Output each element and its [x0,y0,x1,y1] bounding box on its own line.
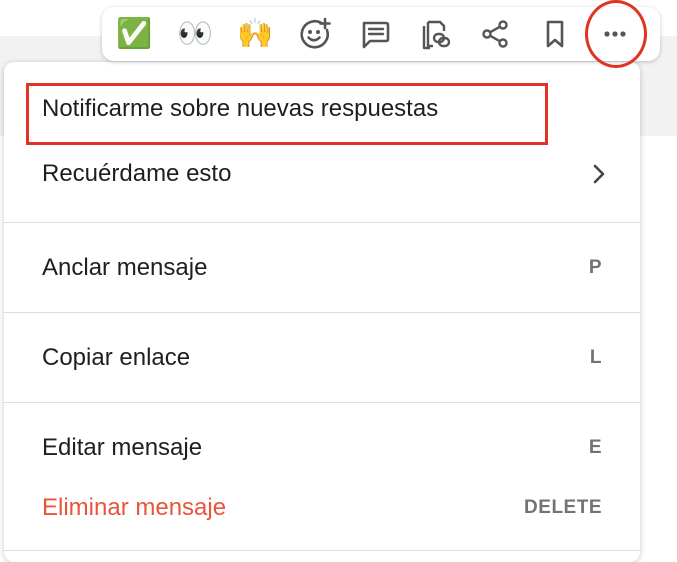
more-options-button[interactable] [595,14,635,54]
menu-item-copy-link[interactable]: Copiar enlace L [4,333,640,383]
share-button[interactable] [475,14,515,54]
menu-item-shortcut: P [588,257,602,278]
add-reaction-icon [300,17,331,49]
menu-item-edit-message[interactable]: Editar mensaje E [4,423,640,473]
reaction-eyes-button[interactable]: 👀 [175,14,215,54]
menu-divider [4,402,640,403]
share-icon [482,20,508,48]
menu-item-label: Editar mensaje [42,434,203,461]
chevron-right-icon [593,164,605,184]
menu-item-label: Copiar enlace [42,344,191,371]
reply-in-thread-icon [362,21,390,49]
message-more-actions-menu: Notificarme sobre nuevas respuestas Recu… [4,62,640,562]
menu-item-label: Anclar mensaje [42,254,208,281]
copy-link-button[interactable] [415,14,455,54]
add-reaction-button[interactable] [295,14,335,54]
menu-item-remind-me[interactable]: Recuérdame esto [4,149,640,199]
menu-item-label: Eliminar mensaje [42,494,227,521]
raised-hands-emoji: 🙌 [236,17,274,50]
copy-link-icon [422,20,451,50]
menu-item-pin-message[interactable]: Anclar mensaje P [4,243,640,293]
menu-item-shortcut: L [589,347,602,368]
menu-divider [4,222,640,223]
bookmark-icon [546,20,564,48]
reaction-check-mark-button[interactable]: ✅ [114,14,154,54]
reaction-raised-hands-button[interactable]: 🙌 [235,14,275,54]
menu-item-shortcut: E [588,437,602,458]
eyes-emoji: 👀 [176,17,214,50]
menu-item-label: Notificarme sobre nuevas respuestas [42,95,439,122]
menu-item-notify-replies[interactable]: Notificarme sobre nuevas respuestas [4,84,640,134]
reply-in-thread-button[interactable] [355,14,395,54]
message-actions-toolbar: ✅ 👀 🙌 [102,7,660,61]
save-message-button[interactable] [535,14,575,54]
check-mark-emoji: ✅ [115,17,153,50]
menu-item-delete-message[interactable]: Eliminar mensaje DELETE [4,483,640,533]
menu-divider [4,312,640,313]
menu-divider [4,550,640,551]
more-options-icon [604,31,626,37]
menu-item-shortcut: DELETE [524,497,602,518]
menu-item-label: Recuérdame esto [42,160,232,187]
